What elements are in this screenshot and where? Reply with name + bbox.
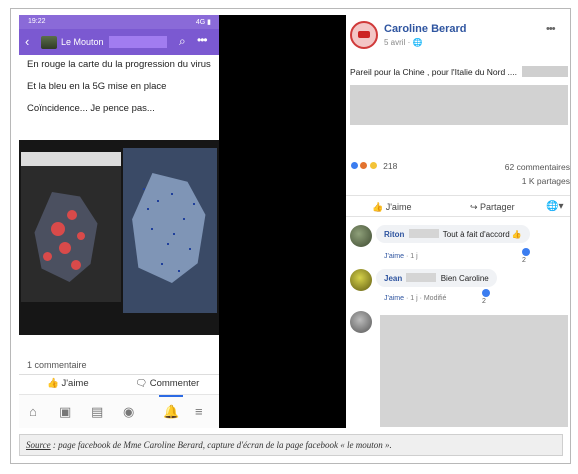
more-options-icon[interactable]: ••• (197, 33, 208, 47)
redaction-block (109, 36, 167, 48)
post-author[interactable]: Caroline Berard (384, 23, 467, 35)
reaction-count: 218 (383, 161, 398, 171)
active-tab-indicator (159, 395, 183, 397)
menu-icon[interactable]: ≡ (195, 404, 203, 419)
search-icon[interactable]: ⌕ (179, 34, 186, 49)
thumbs-up-emoji-icon: 👍 (511, 230, 522, 239)
phone-screenshot: 19:22 4G ▮ ‹ Le Mouton ⌕ ••• En rouge la… (19, 15, 219, 428)
notifications-bell-icon[interactable]: 🔔 (163, 404, 179, 420)
like-reaction-icon (522, 248, 530, 256)
redaction-block (408, 229, 439, 238)
comment-meta: J'aime · 1 j · Modifié (384, 295, 447, 302)
group-thumbnail[interactable] (41, 36, 57, 49)
redaction-block (380, 315, 568, 427)
facebook-post: Caroline Berard 5 avril · 🌐 ••• Pareil p… (346, 15, 570, 428)
post-text: Pareil pour la Chine , pour l'Italie du … (350, 67, 517, 77)
caption-source-label: Source (26, 440, 51, 450)
group-name[interactable]: Le Mouton (61, 37, 104, 47)
virus-map-screen (21, 152, 121, 302)
comments-count[interactable]: 1 commentaire (27, 360, 87, 370)
comment-bubble: Jean Bien Caroline (376, 269, 497, 287)
bottom-nav: ⌂ ▣ ▤ ◉ 🔔 ≡ (19, 394, 219, 428)
back-arrow-icon[interactable]: ‹ (25, 34, 29, 49)
blank-panel (219, 15, 346, 428)
comment-bubble: Riton Tout à fait d'accord 👍 (376, 225, 530, 243)
comment-meta: J'aime · 1 j (384, 253, 418, 260)
comment-button[interactable]: 🗨 Commenter (135, 378, 199, 389)
comment-count[interactable]: 62 commentaires (505, 162, 570, 172)
status-bar: 19:22 4G ▮ (19, 15, 219, 29)
angry-reaction-icon (359, 161, 369, 170)
wow-reaction-icon (368, 161, 378, 170)
status-time: 19:22 (28, 18, 46, 25)
commenter-avatar[interactable] (350, 269, 372, 291)
comment-reaction-badge[interactable]: 2 (520, 248, 532, 264)
like-reaction-icon (482, 289, 490, 297)
audience-selector-icon[interactable]: 🌐▾ (546, 201, 563, 212)
post-line: Coïncidence... Je pence pas... (27, 103, 155, 114)
comment-reaction-badge[interactable]: 2 (480, 289, 492, 305)
like-button[interactable]: 👍 J'aime (47, 378, 89, 389)
5g-map-screen (123, 148, 217, 313)
post-date: 5 avril · 🌐 (384, 38, 423, 47)
comment-text: Bien Caroline (440, 274, 489, 283)
signal-indicator: 4G ▮ (195, 19, 211, 26)
figure-frame: 19:22 4G ▮ ‹ Le Mouton ⌕ ••• En rouge la… (10, 8, 571, 464)
post-line: En rouge la carte du la progression du v… (27, 59, 211, 70)
post-line: Et la bleu en la 5G mise en place (27, 81, 167, 92)
caption-text: : page facebook de Mme Caroline Berard, … (50, 440, 392, 450)
like-button[interactable]: 👍 J'aime (372, 202, 411, 213)
comment-like-link[interactable]: J'aime (384, 295, 404, 302)
post-body: En rouge la carte du la progression du v… (27, 59, 215, 125)
redaction-block (522, 66, 568, 77)
comment-like-link[interactable]: J'aime (384, 253, 404, 260)
figure-caption: Source : page facebook de Mme Caroline B… (19, 434, 563, 456)
groups-icon[interactable]: ◉ (123, 404, 134, 420)
share-button[interactable]: ↪ Partager (470, 202, 515, 213)
redaction-block (350, 85, 568, 125)
comment-text: Tout à fait d'accord (442, 230, 512, 239)
more-options-icon[interactable]: ••• (546, 23, 556, 35)
share-count[interactable]: 1 K partages (522, 176, 570, 186)
marketplace-icon[interactable]: ▤ (91, 404, 103, 420)
post-photo[interactable] (19, 140, 219, 335)
post-action-row: 👍 J'aime 🗨 Commenter (19, 374, 219, 392)
group-header: ‹ Le Mouton ⌕ ••• (19, 29, 219, 55)
commenter-avatar[interactable] (350, 311, 372, 333)
commenter-name[interactable]: Jean (384, 274, 402, 283)
reaction-summary[interactable]: 218 (350, 161, 397, 171)
globe-icon: 🌐 (412, 38, 423, 47)
home-icon[interactable]: ⌂ (29, 404, 37, 419)
redaction-block (406, 273, 437, 282)
watch-icon[interactable]: ▣ (59, 404, 71, 420)
like-reaction-icon (350, 161, 359, 170)
commenter-avatar[interactable] (350, 225, 372, 247)
post-action-row: 👍 J'aime ↪ Partager 🌐▾ (346, 195, 570, 217)
commenter-name[interactable]: Riton (384, 230, 404, 239)
author-avatar[interactable] (350, 21, 378, 49)
